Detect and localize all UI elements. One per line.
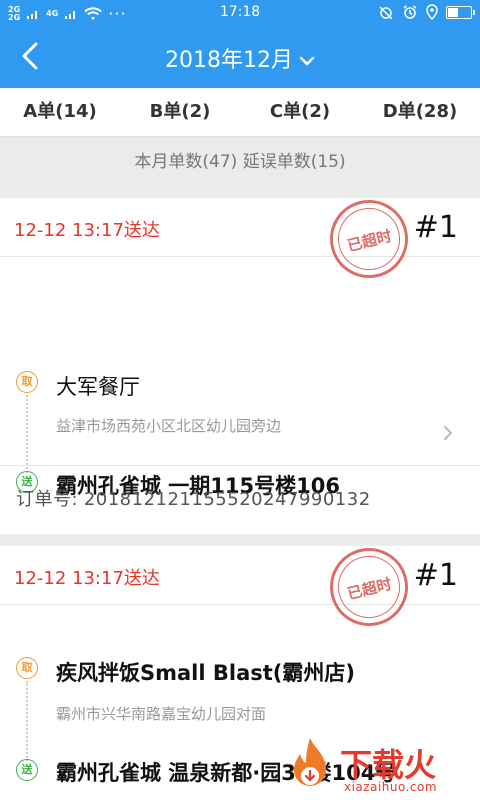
order-number-row: 订单号: 2018121211555202479901​32 (0, 466, 480, 534)
order-number-label: 订单号: (16, 489, 79, 510)
chevron-right-icon[interactable] (442, 424, 454, 442)
shop-name: 疾风拌饭Small Blast(霸州店) (56, 661, 355, 685)
site-watermark: 下载火 xiazaihuo.com (282, 734, 480, 800)
order-number: 2018121211555202479901​32 (83, 489, 371, 510)
watermark-url: xiazaihuo.com (344, 780, 438, 794)
tab-b-orders[interactable]: B单(2) (120, 88, 240, 136)
battery-icon (446, 5, 475, 19)
shop-address: 霸州市兴华南路嘉宝幼儿园对面 (56, 705, 267, 723)
alarm-off-icon (379, 6, 393, 20)
monthly-summary: 本月单数(47) 延误单数(15) (0, 137, 480, 187)
month-title: 2018年12月 (165, 48, 293, 73)
alarm-icon (403, 5, 417, 19)
order-index: #1 (413, 210, 458, 245)
order-card-header: 12-12 13:17送达 已超时 #1 (0, 539, 480, 635)
status-right (378, 4, 475, 20)
shop-name: 大军餐厅 (56, 375, 140, 399)
flame-logo-icon (294, 738, 326, 786)
pickup-tag: 取 (16, 657, 38, 679)
route-line (26, 395, 28, 473)
delivery-time: 12-12 13:17送达 (14, 568, 160, 589)
order-card[interactable]: 12-12 13:17送达 已超时 #1 取 大军餐厅 益津市场西苑小区北区幼儿… (0, 191, 480, 534)
overtime-stamp-label: 已超时 (345, 226, 394, 256)
nav-bar: 2018年12月 (0, 26, 480, 88)
order-card-header: 12-12 13:17送达 已超时 #1 (0, 191, 480, 287)
tab-a-orders[interactable]: A单(14) (0, 88, 120, 136)
delivery-time: 12-12 13:17送达 (14, 220, 160, 241)
delivery-tag: 送 (16, 759, 38, 781)
location-icon (426, 4, 438, 20)
tab-c-orders[interactable]: C单(2) (240, 88, 360, 136)
status-bar: 2G 2G 4G ··· 17:18 (0, 0, 480, 26)
order-route[interactable]: 取 大军餐厅 益津市场西苑小区北区幼儿园旁边 送 霸州孔雀城 一期115号楼10… (0, 257, 480, 498)
route-line (26, 681, 28, 761)
pickup-tag: 取 (16, 371, 38, 393)
month-selector[interactable]: 2018年12月 (0, 42, 480, 74)
order-type-tabs: A单(14) B单(2) C单(2) D单(28) (0, 88, 480, 137)
overtime-stamp-label: 已超时 (345, 574, 394, 604)
chevron-down-icon (299, 56, 315, 66)
order-index: #1 (413, 558, 458, 593)
shop-address: 益津市场西苑小区北区幼儿园旁边 (56, 417, 282, 435)
tab-d-orders[interactable]: D单(28) (360, 88, 480, 136)
